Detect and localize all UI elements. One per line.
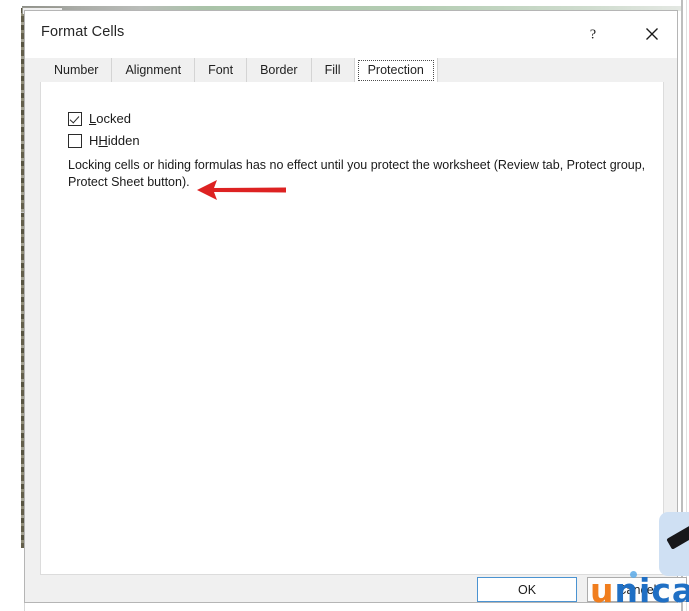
dialog-tabstrip: Number Alignment Font Border Fill Protec… <box>25 58 677 83</box>
tab-font[interactable]: Font <box>195 58 248 83</box>
tab-label: Number <box>54 63 99 77</box>
hidden-accel: H <box>98 133 108 148</box>
locked-rest: ocked <box>96 111 131 126</box>
tab-alignment[interactable]: Alignment <box>112 58 196 83</box>
cancel-button[interactable]: Cancel <box>587 577 687 602</box>
hidden-rest: idden <box>107 133 140 148</box>
dialog-title: Format Cells <box>41 24 125 40</box>
locked-label: Locked <box>89 111 131 126</box>
question-mark-icon: ? <box>590 28 596 43</box>
hidden-checkbox-row[interactable]: HHidden <box>68 133 140 148</box>
tab-label: Font <box>208 63 234 77</box>
pen-cursor-widget[interactable] <box>659 512 689 576</box>
tab-label: Alignment <box>125 63 182 77</box>
dialog-titlebar: Format Cells ? <box>25 11 677 58</box>
locked-checkbox-row[interactable]: Locked <box>68 111 131 126</box>
protection-description: Locking cells or hiding formulas has no … <box>68 158 646 189</box>
tab-label: Border <box>260 63 298 77</box>
format-cells-dialog: Format Cells ? Number Alignment Font Bor… <box>24 10 689 607</box>
tab-fill[interactable]: Fill <box>311 58 355 83</box>
pen-cursor-icon <box>666 522 689 550</box>
hidden-label: HHidden <box>89 133 140 148</box>
ok-button[interactable]: OK <box>477 577 577 602</box>
tab-label: Protection <box>367 63 424 77</box>
close-button[interactable] <box>637 20 667 48</box>
tab-label: Fill <box>324 63 341 77</box>
protection-tab-panel: Locked HHidden Locking cells or hiding f… <box>40 82 664 575</box>
tab-number[interactable]: Number <box>40 58 113 83</box>
help-button[interactable]: ? <box>578 20 608 48</box>
tab-list: Number Alignment Font Border Fill Protec… <box>40 58 438 83</box>
hidden-pre: H <box>89 133 99 148</box>
tab-protection[interactable]: Protection <box>354 58 438 83</box>
svg-text:?: ? <box>590 28 596 43</box>
tab-border[interactable]: Border <box>247 58 312 83</box>
hidden-checkbox[interactable] <box>68 133 82 148</box>
close-x-icon <box>646 28 658 40</box>
locked-checkbox[interactable] <box>68 111 82 126</box>
